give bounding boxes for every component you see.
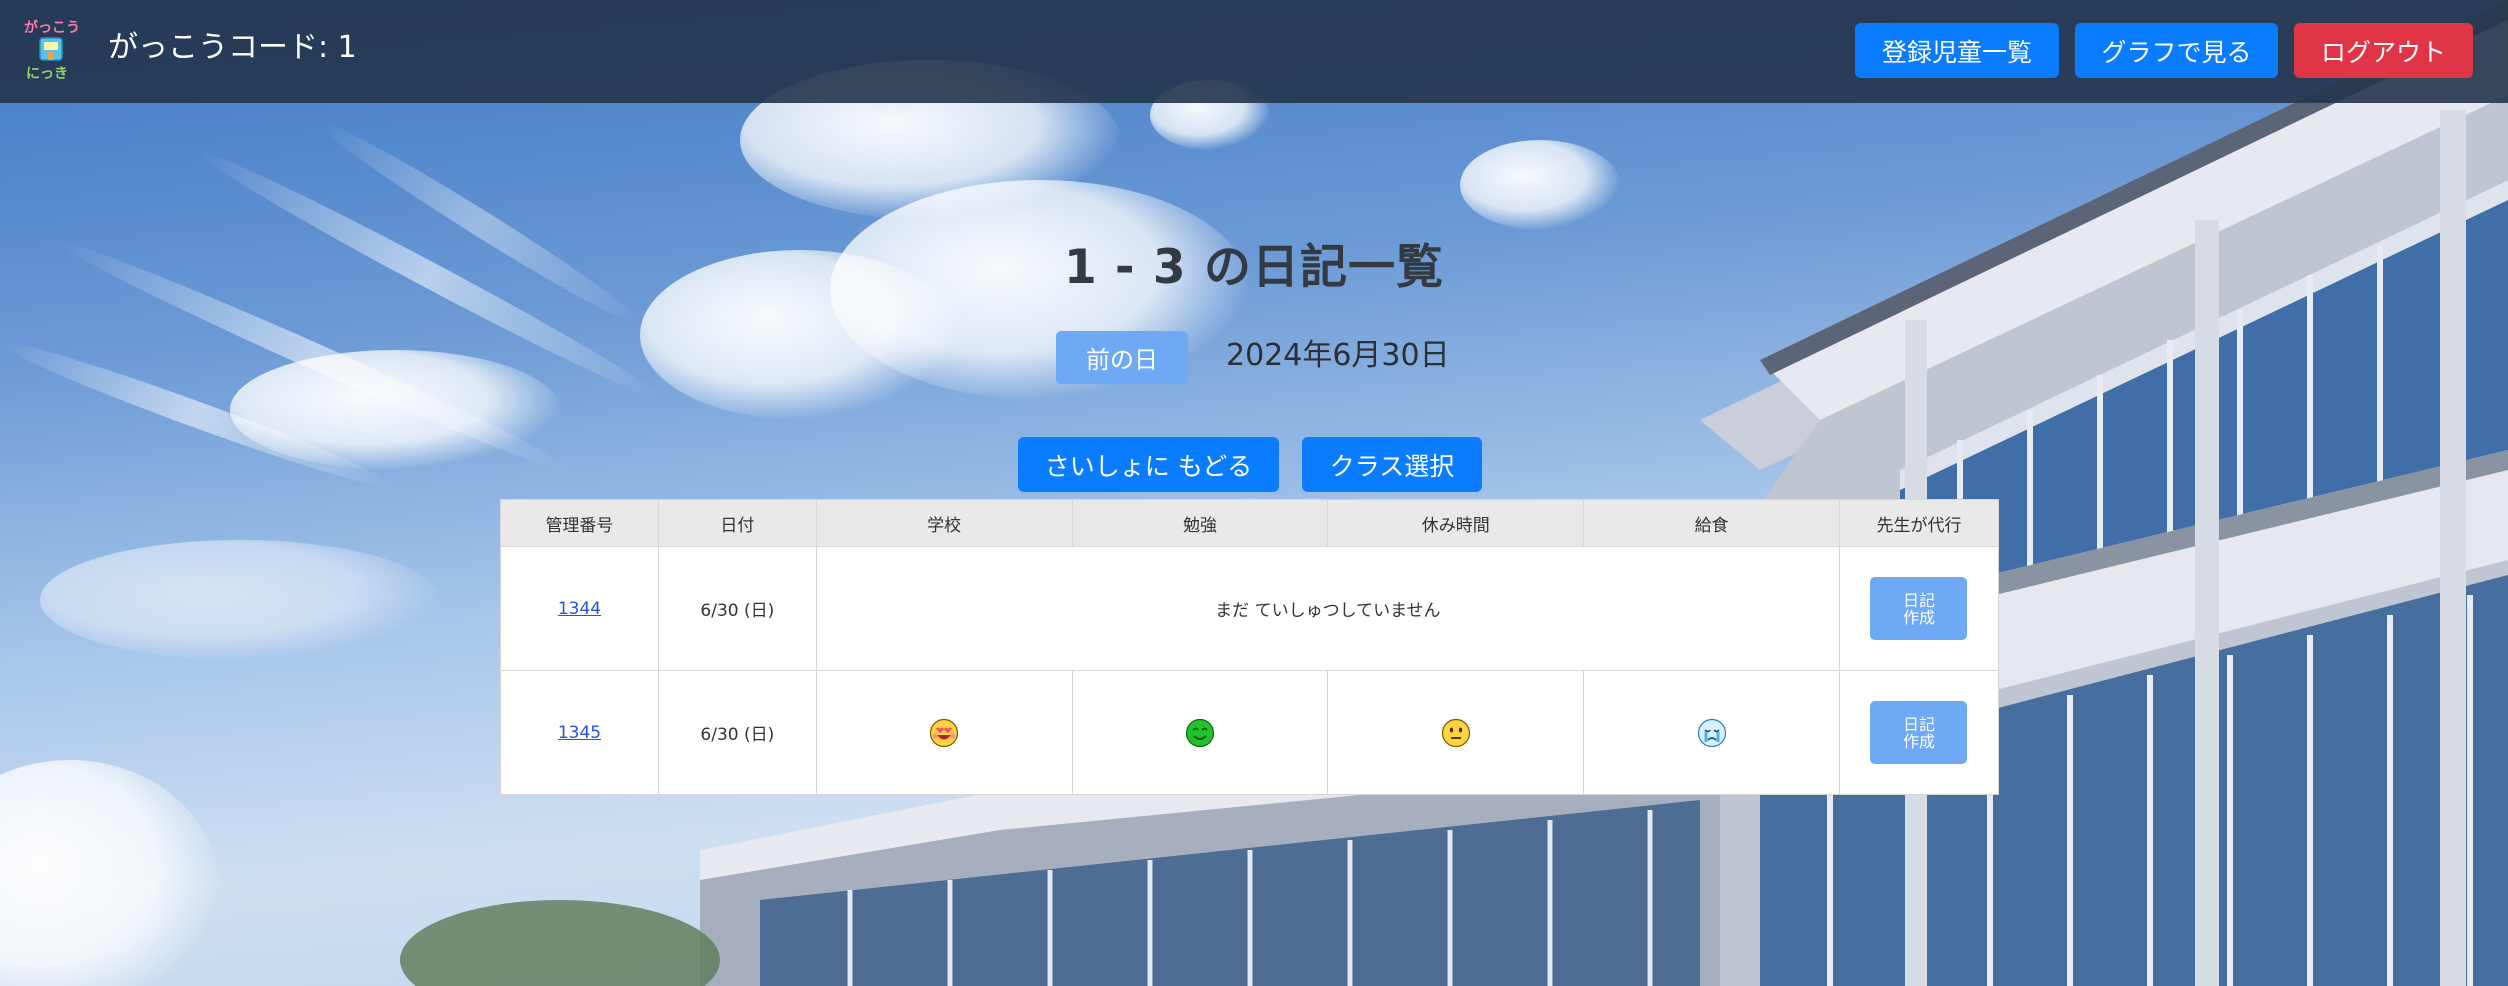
column-header-id: 管理番号	[500, 499, 659, 547]
neutral-face-icon	[1441, 718, 1470, 747]
svg-text:にっき: にっき	[26, 66, 68, 82]
diary-id-link[interactable]: 1345	[558, 723, 601, 743]
previous-day-button[interactable]: 前の日	[1056, 331, 1188, 384]
top-navigation-bar: がっこう にっき がっこうコード: 1 登録児童一覧 グラフで見る ログアウト	[0, 0, 2508, 103]
student-list-button[interactable]: 登録児童一覧	[1855, 23, 2059, 78]
svg-text:がっこう: がっこう	[24, 19, 80, 36]
view-graph-button[interactable]: グラフで見る	[2075, 23, 2278, 78]
diary-table: 管理番号 日付 学校 勉強 休み時間 給食 先生が代行 1344 6/30 (日…	[500, 499, 2000, 795]
create-diary-label: 日記 作成	[1902, 714, 1935, 751]
column-header-lunch: 給食	[1583, 499, 1840, 547]
back-to-start-button[interactable]: さいしょに もどる	[1018, 437, 1279, 492]
id-cell: 1345	[500, 670, 659, 795]
study-mood-cell	[1071, 670, 1329, 795]
action-cell: 日記 作成	[1838, 670, 2000, 795]
column-header-date: 日付	[657, 499, 817, 547]
grinning-hearts-face-icon	[930, 718, 959, 747]
school-building-illustration	[400, 0, 2508, 986]
school-code-label: がっこうコード: 1	[108, 30, 357, 65]
school-mood-cell	[815, 670, 1073, 795]
app-logo-icon: がっこう にっき	[24, 19, 80, 82]
table-row: 1345 6/30 (日) 日記 作成	[500, 670, 2000, 795]
green-smiley-icon	[1185, 718, 1215, 747]
background-scene	[0, 0, 2508, 986]
column-header-teacher-proxy: 先生が代行	[1838, 499, 2000, 547]
class-select-button[interactable]: クラス選択	[1302, 437, 1482, 492]
not-submitted-message: まだ ていしゅつしていません	[815, 546, 1840, 671]
crying-face-icon	[1697, 718, 1726, 747]
logout-button[interactable]: ログアウト	[2294, 23, 2473, 78]
table-header-row: 管理番号 日付 学校 勉強 休み時間 給食 先生が代行	[500, 499, 2000, 547]
recess-mood-cell	[1327, 670, 1585, 795]
column-header-study: 勉強	[1071, 499, 1329, 547]
column-header-recess: 休み時間	[1327, 499, 1585, 547]
lunch-mood-cell	[1583, 670, 1840, 795]
create-diary-button[interactable]: 日記 作成	[1870, 701, 1968, 764]
date-cell: 6/30 (日)	[657, 546, 817, 671]
action-cell: 日記 作成	[1838, 546, 2000, 671]
page-title: 1 - 3 の日記一覧	[1063, 240, 1444, 295]
current-date-label: 2024年6月30日	[1226, 338, 1450, 373]
date-cell: 6/30 (日)	[657, 670, 817, 795]
create-diary-label: 日記 作成	[1902, 590, 1935, 627]
create-diary-button[interactable]: 日記 作成	[1870, 577, 1968, 640]
id-cell: 1344	[500, 546, 659, 671]
table-row: 1344 6/30 (日) まだ ていしゅつしていません 日記 作成	[500, 546, 2000, 671]
column-header-school: 学校	[815, 499, 1073, 547]
diary-id-link[interactable]: 1344	[558, 599, 601, 619]
